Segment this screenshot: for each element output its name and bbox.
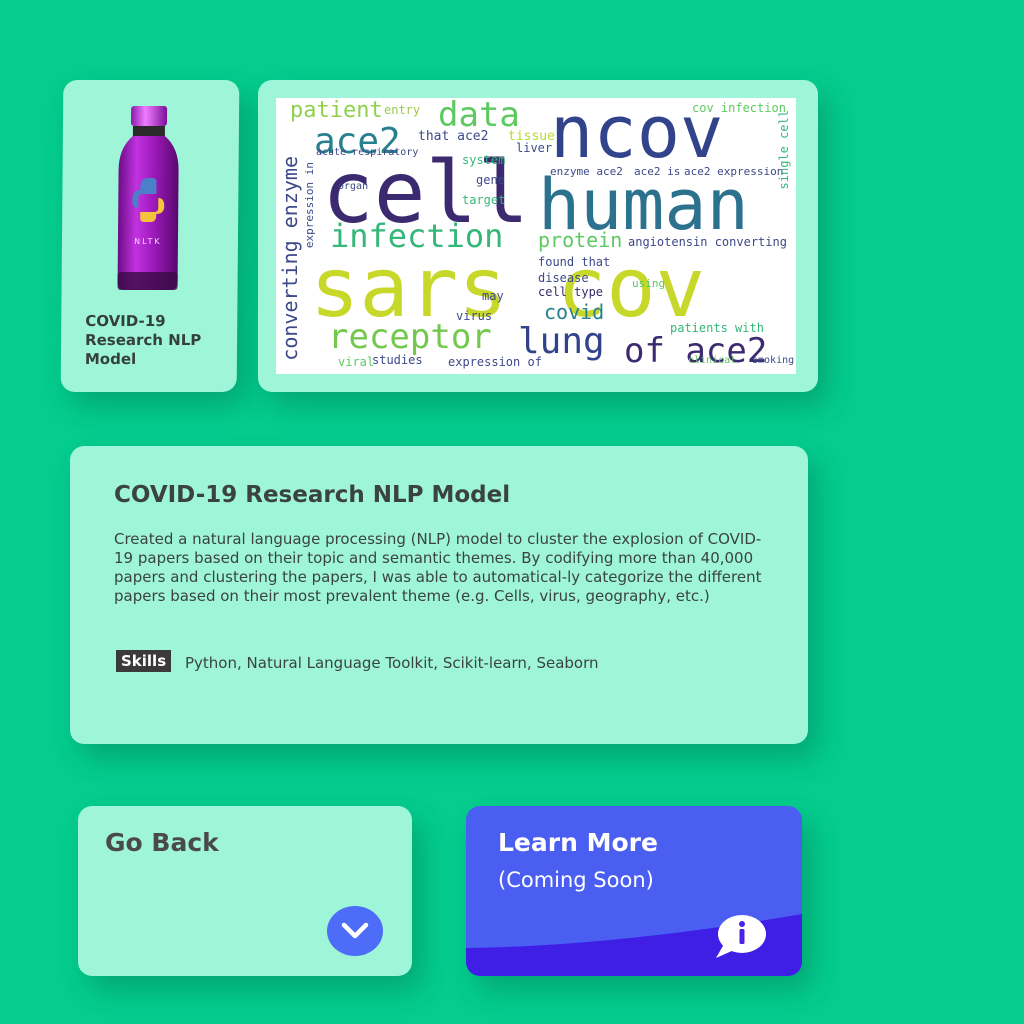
wordcloud-word: ace2 expression	[684, 165, 784, 178]
info-speech-bubble-icon[interactable]	[712, 912, 768, 962]
project-description: Created a natural language processing (N…	[114, 530, 762, 605]
nltk-bottle-image: NLTK	[117, 106, 179, 290]
wordcloud-word: single cell	[777, 110, 791, 190]
wordcloud-word: found that	[538, 255, 611, 269]
skills-list: Python, Natural Language Toolkit, Scikit…	[185, 654, 599, 672]
wordcloud-word: using	[632, 277, 666, 290]
wordcloud-word: receptor	[328, 317, 492, 357]
wordcloud-word: virus	[456, 309, 493, 323]
wordcloud-card: patient entry data ncov cov infection ac…	[258, 80, 818, 392]
wordcloud-word: target	[462, 193, 506, 207]
wordcloud-word vert: converting enzyme	[278, 156, 302, 361]
learn-more-subtitle: (Coming Soon)	[498, 868, 654, 892]
wordcloud-word: clinical	[688, 355, 737, 366]
wordcloud-word: smoking	[752, 355, 795, 366]
wordcloud-image: patient entry data ncov cov infection ac…	[276, 98, 796, 374]
svg-text:NLTK: NLTK	[134, 237, 162, 246]
wordcloud-word: gene	[476, 173, 505, 187]
wordcloud-word: covid	[544, 300, 605, 324]
wordcloud-word: acute respiratory	[316, 147, 419, 158]
wordcloud-word: enzyme ace2	[550, 165, 623, 178]
wordcloud-word: expression of	[448, 355, 542, 369]
wordcloud-word: patients with	[670, 321, 764, 335]
wordcloud-word: organ	[338, 181, 369, 192]
wordcloud-word: that ace2	[418, 129, 489, 144]
wordcloud-word: cell type	[538, 285, 604, 299]
project-thumbnail-card: NLTK COVID-19 Research NLP Model	[60, 80, 240, 392]
wordcloud-word: expression in	[303, 162, 316, 249]
wordcloud-word: liver	[516, 141, 553, 155]
wordcloud-word: may	[482, 289, 504, 303]
wordcloud-word: patient	[290, 98, 383, 123]
wordcloud-word: cov infection	[692, 101, 786, 115]
project-description-card: COVID-19 Research NLP Model Created a na…	[70, 446, 808, 744]
wordcloud-word: viral	[338, 355, 375, 369]
wordcloud-word: disease	[538, 271, 589, 285]
skills-badge: Skills	[116, 650, 172, 672]
thumbnail-title: COVID-19 Research NLP Model	[84, 312, 202, 368]
chevron-down-icon	[341, 922, 369, 939]
go-back-button[interactable]	[327, 906, 383, 956]
wordcloud-word: data	[438, 98, 520, 135]
project-title: COVID-19 Research NLP Model	[114, 482, 511, 508]
go-back-card[interactable]: Go Back	[78, 806, 412, 976]
wordcloud-word: studies	[372, 353, 423, 367]
go-back-label: Go Back	[105, 828, 219, 857]
wordcloud-word: entry	[384, 103, 421, 117]
wordcloud-word: ace2 is	[634, 165, 681, 178]
wordcloud-word: system	[462, 153, 506, 167]
learn-more-title: Learn More	[498, 828, 658, 857]
learn-more-card[interactable]: Learn More (Coming Soon)	[466, 806, 802, 976]
